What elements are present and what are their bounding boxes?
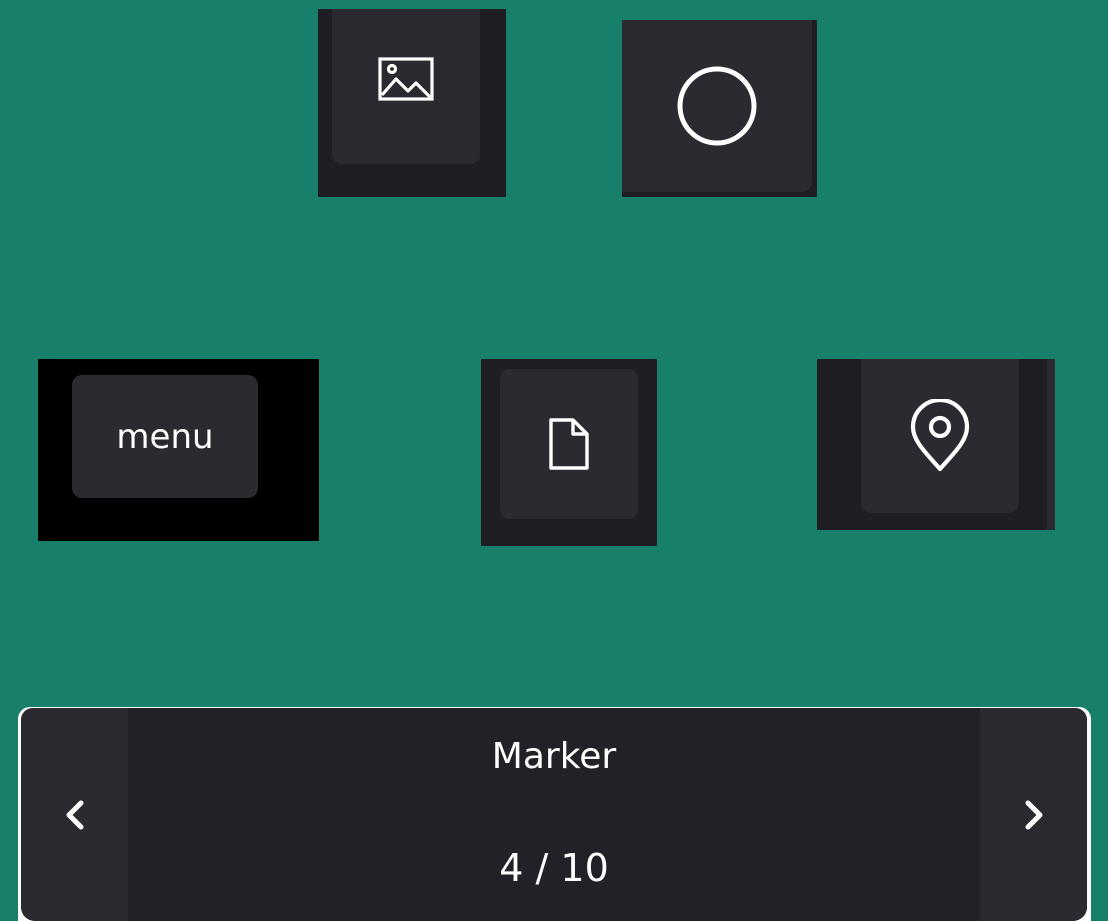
previous-button[interactable] (21, 708, 128, 921)
circle-button[interactable] (622, 20, 812, 192)
marker-tile[interactable] (817, 359, 1055, 530)
circle-icon (675, 64, 759, 148)
carousel-counter: 4 / 10 (499, 846, 609, 890)
menu-label: menu (116, 416, 214, 457)
next-button[interactable] (980, 708, 1087, 921)
map-marker-icon (908, 399, 972, 473)
chevron-left-icon (63, 797, 87, 833)
carousel-panel: Marker 4 / 10 (21, 708, 1087, 921)
image-tile[interactable] (318, 9, 506, 197)
marker-button[interactable] (861, 359, 1019, 513)
image-button[interactable] (332, 9, 480, 164)
menu-tile[interactable]: menu (38, 359, 319, 541)
file-button[interactable] (500, 369, 638, 519)
menu-button[interactable]: menu (72, 375, 258, 498)
file-icon (547, 417, 591, 471)
carousel-title: Marker (491, 736, 617, 777)
tile-edge (1047, 359, 1055, 530)
chevron-right-icon (1022, 797, 1046, 833)
circle-tile[interactable] (622, 20, 817, 197)
carousel: Marker 4 / 10 (18, 707, 1091, 921)
file-tile[interactable] (481, 359, 657, 546)
image-icon (378, 57, 434, 103)
